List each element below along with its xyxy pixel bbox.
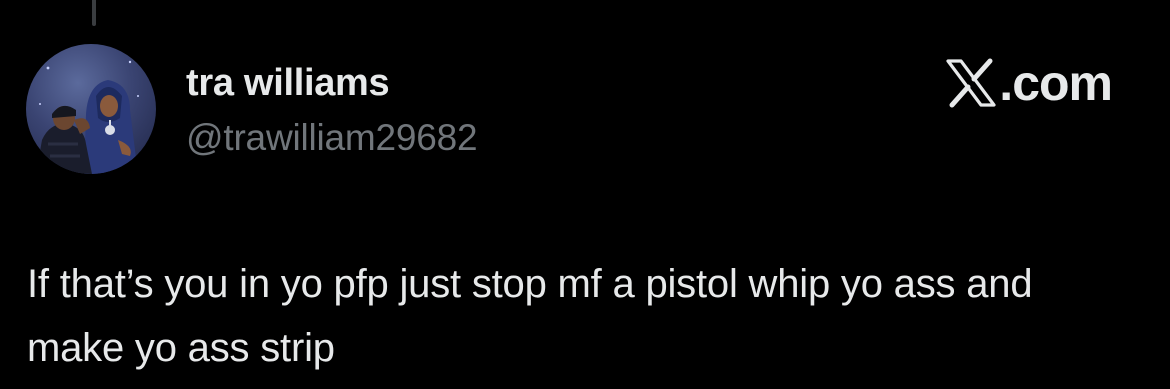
- brand-text: .com: [999, 55, 1113, 111]
- x-logo-icon: [946, 58, 996, 108]
- author-name[interactable]: tra williams: [186, 62, 390, 105]
- author-handle[interactable]: @trawilliam29682: [186, 117, 478, 159]
- avatar[interactable]: [26, 44, 156, 174]
- brand-watermark: .com: [945, 55, 1113, 111]
- tweet-body-text: If that’s you in yo pfp just stop mf a p…: [27, 262, 1033, 370]
- thread-connector-line: [92, 0, 96, 26]
- avatar-illustration: [36, 60, 139, 174]
